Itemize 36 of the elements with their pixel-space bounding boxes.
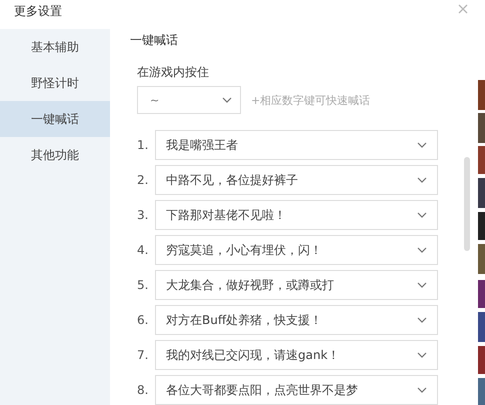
key-dropdown[interactable]: ~: [137, 86, 241, 114]
phrase-number: 3.: [137, 208, 150, 222]
chevron-icon: [417, 282, 427, 288]
phrase-dropdown[interactable]: 对方在Buff处养猪，快支援！: [155, 305, 438, 335]
chevron-icon: [417, 212, 427, 218]
sidebar-item[interactable]: 野怪计时: [0, 65, 110, 101]
phrase-dropdown[interactable]: 下路那对基佬不见啦！: [155, 200, 438, 230]
sidebar-item[interactable]: 基本辅助: [0, 29, 110, 65]
phrase-dropdown[interactable]: 大龙集合，做好视野，或蹲或打: [155, 270, 438, 300]
chevron-icon: [417, 247, 427, 253]
phrase-number: 7.: [137, 348, 150, 362]
chevron-icon: [417, 387, 427, 393]
phrase-dropdown[interactable]: 各位大哥都要点阳，点亮世界不是梦: [155, 375, 438, 405]
chevron-icon: [417, 317, 427, 323]
panel-title: 更多设置: [14, 3, 62, 20]
chevron-icon: [222, 97, 232, 103]
hint-text: +相应数字键可快速喊话: [251, 92, 370, 108]
sidebar-item[interactable]: 其他功能: [0, 137, 110, 173]
chevron-icon: [417, 177, 427, 183]
phrase-number: 4.: [137, 243, 150, 257]
section-title: 一键喊话: [130, 32, 179, 49]
chevron-icon: [417, 142, 427, 148]
phrase-dropdown[interactable]: 穷寇莫追，小心有埋伏，闪！: [155, 235, 438, 265]
phrase-dropdown[interactable]: 我是嘴强王者: [155, 130, 438, 160]
phrase-number: 2.: [137, 173, 150, 187]
phrase-number: 8.: [137, 383, 150, 397]
phrase-dropdown[interactable]: 我的对线已交闪现，请速gank！: [155, 340, 438, 370]
phrase-dropdown[interactable]: 中路不见，各位提好裤子: [155, 165, 438, 195]
phrase-number: 6.: [137, 313, 150, 327]
scrollbar-thumb[interactable]: [464, 157, 470, 251]
phrase-number: 5.: [137, 278, 150, 292]
key-label: 在游戏内按住: [137, 64, 210, 81]
close-icon[interactable]: [458, 4, 468, 14]
chevron-icon: [417, 352, 427, 358]
sidebar-item[interactable]: 一键喊话: [0, 101, 110, 137]
phrase-number: 1.: [137, 138, 150, 152]
